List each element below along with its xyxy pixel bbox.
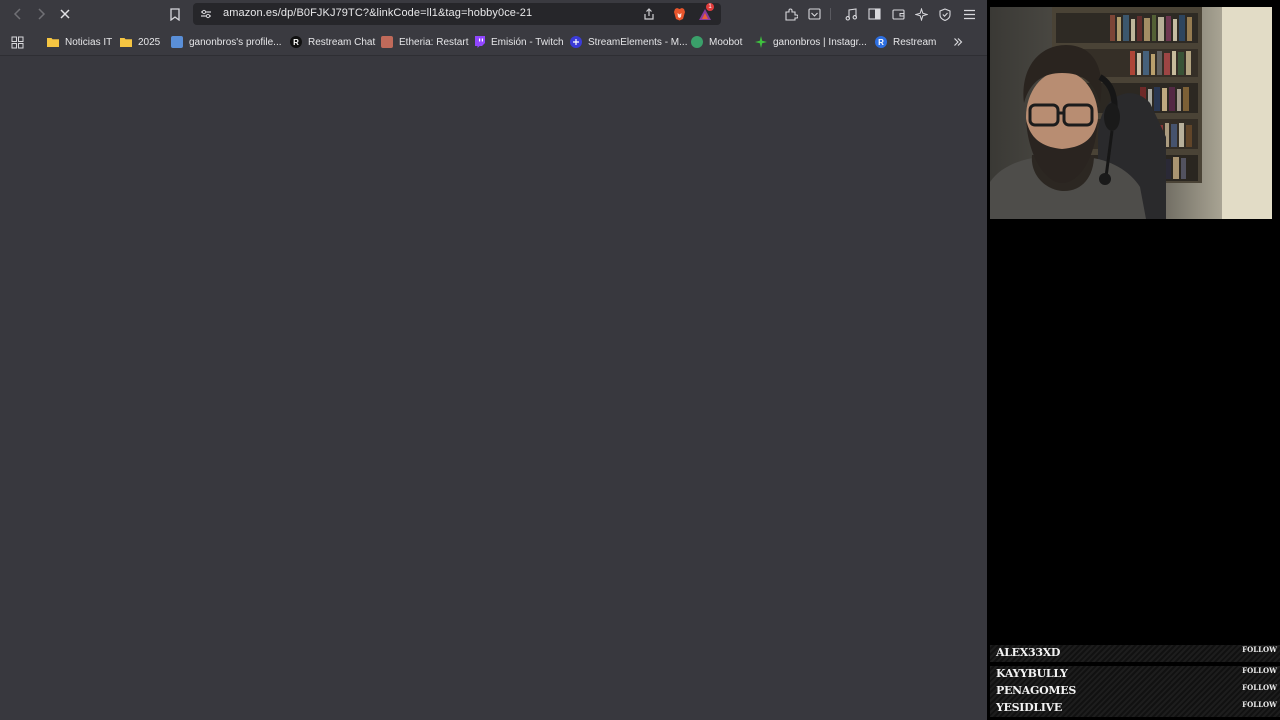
bookmark-page-button[interactable] — [167, 6, 183, 22]
bookmark-label: Etheria: Restart — [399, 36, 469, 48]
bookmark-label: ganonbros | Instagr... — [773, 36, 867, 48]
back-button[interactable] — [10, 6, 26, 22]
wallet-button[interactable] — [890, 6, 906, 22]
streamelements-icon — [570, 36, 582, 48]
notification-badge: 1 — [706, 3, 714, 11]
instagram-icon — [755, 36, 767, 48]
reader-icon — [807, 8, 821, 20]
more-bookmarks-button[interactable] — [950, 34, 966, 50]
bookmark-label: Restream — [893, 36, 937, 48]
menu-button[interactable] — [961, 6, 977, 22]
bookmark-icon — [170, 7, 180, 21]
bookmark-label: 2025 — [138, 36, 161, 48]
bookmark-item[interactable]: StreamElements - M... — [570, 34, 687, 50]
extensions-button[interactable] — [783, 6, 799, 22]
close-icon — [60, 9, 70, 19]
game-icon — [381, 36, 393, 48]
folder-icon — [47, 36, 59, 48]
stop-loading-button[interactable] — [57, 6, 73, 22]
bookmark-item[interactable]: Emisión - Twitch — [473, 34, 564, 50]
media-button[interactable] — [843, 6, 859, 22]
follower-name: ALEX33XD — [996, 646, 1061, 659]
sidebar-icon — [867, 8, 881, 20]
sidebar-button[interactable] — [866, 6, 882, 22]
bookmark-label: Emisión - Twitch — [491, 36, 564, 48]
wallet-icon — [891, 9, 905, 20]
moobot-icon — [691, 36, 703, 48]
sparkle-icon — [914, 7, 928, 21]
bookmark-label: ganonbros's profile... — [189, 36, 282, 48]
site-settings-button[interactable] — [199, 7, 213, 21]
chevron-left-icon — [13, 8, 21, 20]
follower-row: ALEX33XD FOLLOW — [990, 645, 1280, 662]
folder-icon — [120, 36, 132, 48]
follower-row: PENAGOMES FOLLOW — [990, 683, 1280, 700]
reading-mode-button[interactable] — [806, 6, 822, 22]
leo-ai-button[interactable] — [913, 6, 929, 22]
webcam-image — [990, 7, 1272, 219]
tune-icon — [201, 9, 211, 19]
restream-icon: R — [290, 36, 302, 48]
restream-icon: R — [875, 36, 887, 48]
follow-tag: FOLLOW — [1242, 666, 1277, 675]
bookmark-item[interactable]: R Restream — [875, 34, 936, 50]
share-button[interactable] — [642, 7, 656, 21]
music-note-icon — [845, 7, 857, 21]
webcam-feed — [990, 7, 1272, 219]
bookmark-item[interactable]: 2025 — [120, 34, 160, 50]
grid-icon — [11, 36, 23, 48]
forward-button[interactable] — [33, 6, 49, 22]
follower-row: KAYYBULLY FOLLOW — [990, 666, 1280, 683]
follow-tag: FOLLOW — [1242, 700, 1277, 709]
bookmark-label: Moobot — [709, 36, 743, 48]
bookmark-item[interactable]: Moobot — [691, 34, 742, 50]
shield-icon — [939, 7, 951, 21]
bookmark-label: Restream Chat — [308, 36, 376, 48]
follower-name: PENAGOMES — [996, 684, 1077, 697]
follower-name: YESIDLIVE — [996, 701, 1062, 714]
bookmark-item[interactable]: R Restream Chat — [290, 34, 375, 50]
toolbar: amazon.es/dp/B0FJKJ79TC?&linkCode=ll1&ta… — [0, 0, 987, 28]
bookmark-item[interactable]: Noticias IT — [47, 34, 112, 50]
bookmark-item[interactable]: Etheria: Restart — [381, 34, 468, 50]
follower-name: KAYYBULLY — [996, 667, 1068, 680]
follow-tag: FOLLOW — [1242, 683, 1277, 692]
bookmark-item[interactable]: ganonbros | Instagr... — [755, 34, 867, 50]
twitch-icon — [473, 36, 485, 48]
bookmark-label: StreamElements - M... — [588, 36, 688, 48]
double-chevron-right-icon — [954, 38, 963, 46]
toolbar-divider — [830, 8, 831, 20]
brave-rewards-button[interactable]: 1 — [697, 3, 714, 22]
url-text: amazon.es/dp/B0FJKJ79TC?&linkCode=ll1&ta… — [223, 7, 533, 19]
follower-row: YESIDLIVE FOLLOW — [990, 700, 1280, 717]
lion-icon — [673, 8, 685, 21]
hamburger-icon — [963, 9, 975, 19]
follow-tag: FOLLOW — [1242, 645, 1277, 654]
brave-shields-button[interactable] — [671, 6, 687, 22]
apps-button[interactable] — [9, 34, 25, 50]
address-bar[interactable]: amazon.es/dp/B0FJKJ79TC?&linkCode=ll1&ta… — [193, 3, 721, 25]
bookmark-item[interactable]: ganonbros's profile... — [171, 34, 282, 50]
site-icon — [171, 36, 183, 48]
puzzle-icon — [784, 8, 798, 21]
page-content — [0, 56, 987, 720]
vpn-button[interactable] — [937, 6, 953, 22]
share-icon — [644, 8, 654, 20]
recent-followers-list: ALEX33XD FOLLOW KAYYBULLY FOLLOW PENAGOMES FO… — [990, 643, 1280, 720]
chevron-right-icon — [38, 8, 46, 20]
browser-window: amazon.es/dp/B0FJKJ79TC?&linkCode=ll1&ta… — [0, 0, 987, 720]
bookmark-label: Noticias IT — [65, 36, 113, 48]
